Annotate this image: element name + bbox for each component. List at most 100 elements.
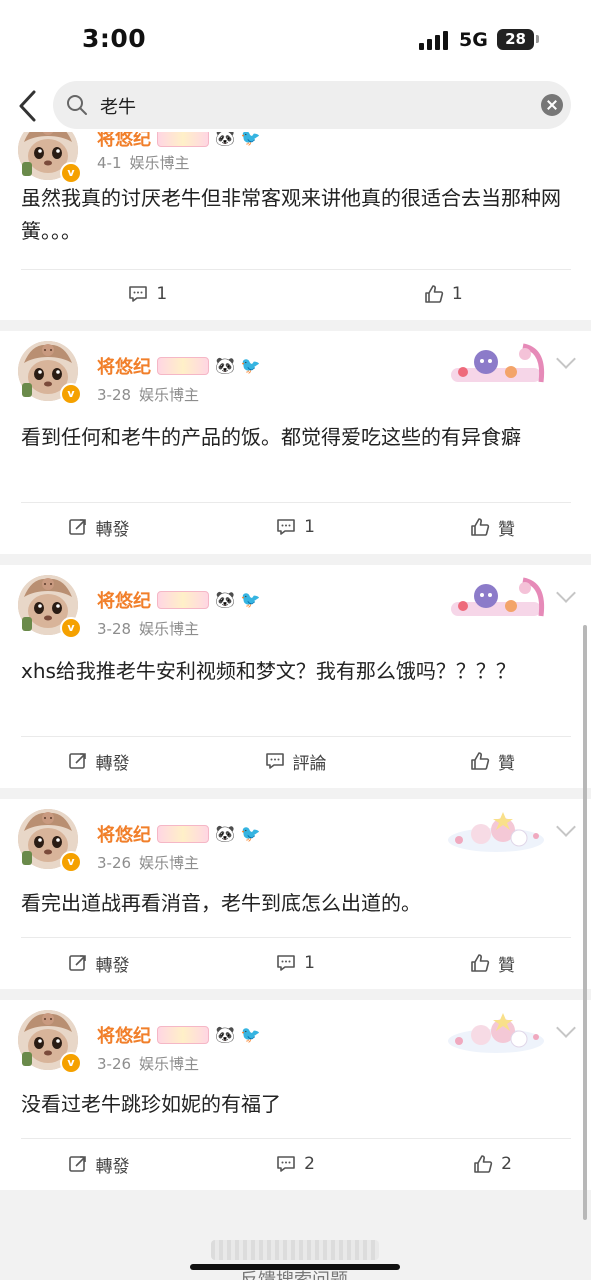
- post-actions: 轉發 評論 贊: [0, 739, 591, 783]
- comment-label: 2: [304, 1154, 315, 1174]
- scrollbar[interactable]: [583, 625, 587, 1220]
- member-medal-icon: [157, 132, 209, 147]
- card-decoration-icon: [441, 1011, 551, 1057]
- panda-icon: 🐼: [215, 356, 235, 375]
- panda-icon: 🐼: [215, 590, 235, 609]
- comment-button[interactable]: 2: [197, 1142, 394, 1186]
- author-name[interactable]: 将悠纪: [97, 587, 151, 613]
- like-button[interactable]: 1: [296, 272, 591, 316]
- repost-icon: [68, 517, 88, 537]
- battery-tip: [536, 35, 539, 43]
- post-card[interactable]: v 将悠纪 🐼 🐦 3-28 娱乐博主 看到任何和老牛的产品的饭。都觉得爱吃这些的有异食癖轉…: [0, 331, 591, 554]
- post-date: 3-28: [97, 386, 132, 404]
- post-actions: 轉發 1 贊: [0, 505, 591, 549]
- author-name[interactable]: 将悠纪: [97, 821, 151, 847]
- status-time: 3:00: [82, 24, 147, 53]
- verified-badge-icon: v: [60, 1052, 82, 1074]
- like-button[interactable]: 2: [394, 1142, 591, 1186]
- post-card[interactable]: v 将悠纪 🐼 🐦 3-28 娱乐博主 xhs给我推老牛安利视频和梦文？我有那么饿吗？？？？…: [0, 565, 591, 788]
- divider: [21, 1138, 571, 1139]
- post-date: 3-26: [97, 854, 132, 872]
- avatar[interactable]: v: [18, 809, 82, 873]
- divider: [21, 736, 571, 737]
- comment-icon: [276, 953, 296, 973]
- post-text[interactable]: 没看过老牛跳珍如妮的有福了: [21, 1088, 561, 1121]
- repost-button[interactable]: 轉發: [0, 739, 197, 783]
- clear-icon[interactable]: [541, 94, 563, 116]
- post-text[interactable]: 虽然我真的讨厌老牛但非常客观来讲他真的很适合去当那种网簧。。。: [21, 182, 561, 248]
- verified-badge-icon: v: [60, 851, 82, 873]
- post-card[interactable]: v 将悠纪 🐼 🐦 3-26 娱乐博主 看完出道战再看消音，老牛到底怎么出道的。 轉發 1 贊: [0, 799, 591, 989]
- author-tag: 娱乐博主: [139, 620, 200, 638]
- post-card[interactable]: v 将悠纪 🐼 🐦 4-1 娱乐博主 虽然我真的讨厌老牛但非常客观来讲他真的很适合去当那种网…: [0, 132, 591, 320]
- like-label: 1: [451, 284, 463, 304]
- like-button[interactable]: 贊: [394, 505, 591, 549]
- divider: [21, 269, 571, 270]
- post-text[interactable]: xhs给我推老牛安利视频和梦文？我有那么饿吗？？？？: [21, 655, 561, 688]
- card-decoration-icon: [441, 576, 551, 622]
- author-name[interactable]: 将悠纪: [97, 132, 151, 151]
- repost-icon: [68, 751, 88, 771]
- author-tag: 娱乐博主: [139, 854, 200, 872]
- avatar[interactable]: v: [18, 575, 82, 639]
- post-meta: 3-28 娱乐博主: [97, 384, 199, 405]
- comment-icon: [276, 1154, 296, 1174]
- repost-button[interactable]: 轉發: [0, 941, 197, 985]
- repost-label: 轉發: [95, 519, 130, 540]
- author-tag: 娱乐博主: [139, 1055, 200, 1073]
- post-meta: 3-28 娱乐博主: [97, 618, 199, 639]
- post-card[interactable]: v 将悠纪 🐼 🐦 3-26 娱乐博主 没看过老牛跳珍如妮的有福了 轉發 2 2: [0, 1000, 591, 1190]
- author-tag: 娱乐博主: [129, 154, 190, 172]
- like-button[interactable]: 贊: [394, 739, 591, 783]
- author-name[interactable]: 将悠纪: [97, 353, 151, 379]
- member-medal-icon: [157, 825, 209, 843]
- status-bar: 3:00 5G 28: [0, 0, 591, 80]
- avatar[interactable]: v: [18, 341, 82, 405]
- search-query: 老牛: [100, 97, 136, 118]
- post-meta: 3-26 娱乐博主: [97, 852, 199, 873]
- chevron-down-icon[interactable]: [556, 817, 576, 837]
- comment-label: 1: [156, 284, 168, 304]
- repost-button[interactable]: 轉發: [0, 1142, 197, 1186]
- repost-button[interactable]: 轉發: [0, 505, 197, 549]
- screen: 3:00 5G 28 老牛 v 将悠纪 🐼 🐦 4-1 娱乐博主 虽然我真的讨厌老牛但非常客…: [0, 0, 591, 1280]
- author-name[interactable]: 将悠纪: [97, 1022, 151, 1048]
- like-icon: [424, 284, 444, 304]
- bird-icon: 🐦: [240, 132, 261, 147]
- author-row: 将悠纪 🐼 🐦: [97, 132, 261, 150]
- comment-button[interactable]: 評論: [197, 739, 394, 783]
- repost-label: 轉發: [95, 753, 130, 774]
- avatar[interactable]: v: [18, 1010, 82, 1074]
- avatar[interactable]: v: [18, 132, 82, 184]
- chevron-down-icon[interactable]: [556, 349, 576, 369]
- search-header: 老牛: [0, 80, 591, 132]
- search-input[interactable]: 老牛: [53, 81, 571, 129]
- back-icon[interactable]: [14, 88, 44, 124]
- like-label: 贊: [498, 519, 515, 540]
- like-icon: [470, 751, 490, 771]
- like-label: 贊: [498, 753, 515, 774]
- post-text[interactable]: 看完出道战再看消音，老牛到底怎么出道的。: [21, 887, 561, 920]
- like-button[interactable]: 贊: [394, 941, 591, 985]
- repost-label: 轉發: [95, 1156, 130, 1177]
- comment-label: 評論: [292, 753, 327, 774]
- bottom-placeholder: [211, 1240, 379, 1260]
- post-actions: 11: [0, 272, 591, 316]
- repost-icon: [68, 953, 88, 973]
- chevron-down-icon[interactable]: [556, 1018, 576, 1038]
- divider: [21, 937, 571, 938]
- comment-button[interactable]: 1: [197, 941, 394, 985]
- repost-icon: [68, 1154, 88, 1174]
- feed: v 将悠纪 🐼 🐦 4-1 娱乐博主 虽然我真的讨厌老牛但非常客观来讲他真的很适合去当那种网…: [0, 132, 591, 1201]
- post-text[interactable]: 看到任何和老牛的产品的饭。都觉得爱吃这些的有异食癖: [21, 421, 561, 454]
- author-row: 将悠纪 🐼 🐦: [97, 588, 261, 612]
- chevron-down-icon[interactable]: [556, 583, 576, 603]
- panda-icon: 🐼: [215, 824, 235, 843]
- like-label: 2: [501, 1154, 512, 1174]
- member-medal-icon: [157, 1026, 209, 1044]
- post-meta: 3-26 娱乐博主: [97, 1053, 199, 1074]
- comment-label: 1: [304, 953, 315, 973]
- comment-button[interactable]: 1: [197, 505, 394, 549]
- comment-button[interactable]: 1: [0, 272, 296, 316]
- comment-icon: [276, 517, 296, 537]
